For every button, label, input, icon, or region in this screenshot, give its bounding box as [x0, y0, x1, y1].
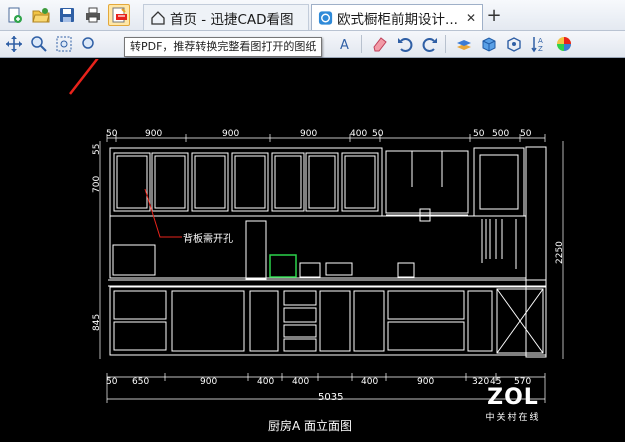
undo-icon[interactable] [394, 33, 416, 55]
countertop [108, 215, 546, 287]
tab-document-label: 欧式橱柜前期设计... [337, 11, 458, 28]
dim-label: 900 [417, 377, 434, 387]
dim-label: 400 [257, 377, 274, 387]
tab-home[interactable]: 首页 - 迅捷CAD看图 [143, 4, 309, 30]
tab-document[interactable]: 欧式橱柜前期设计... ✕ [311, 4, 483, 30]
new-file-icon[interactable] [4, 4, 26, 26]
text-tool-icon[interactable]: A [335, 33, 357, 55]
layer-icon[interactable] [453, 33, 475, 55]
eraser-icon[interactable] [369, 33, 391, 55]
close-tab-icon[interactable]: ✕ [466, 11, 476, 25]
zoom-window-icon[interactable] [53, 33, 75, 55]
dim-label: 900 [200, 377, 217, 387]
convert-pdf-tooltip: 转PDF，推荐转换完整看图打开的图纸 [124, 37, 323, 57]
drawing-note: 背板需开孔 [183, 234, 233, 245]
wall-cabinets [109, 147, 525, 217]
dim-label: 900 [300, 129, 317, 139]
convert-pdf-icon[interactable] [108, 4, 130, 26]
side-dimension-lines [99, 141, 564, 359]
redo-icon[interactable] [419, 33, 441, 55]
dim-label: 55 [92, 144, 102, 155]
dim-label: 2250 [555, 241, 565, 264]
dim-label: 50 [106, 377, 118, 387]
note-leader [144, 188, 182, 238]
cad-file-icon [318, 10, 333, 25]
measure-icon[interactable] [503, 33, 525, 55]
red-arrow-annotation [69, 59, 99, 95]
total-width-dimension: 5035 [318, 392, 344, 403]
zol-watermark: ZOL 中关村在线 [478, 386, 548, 436]
dim-label: 500 [492, 129, 509, 139]
color-wheel-icon[interactable] [553, 33, 575, 55]
watermark-subtitle: 中关村在线 [485, 413, 541, 423]
dim-label: 845 [92, 314, 102, 331]
watermark-logo: ZOL [487, 385, 539, 410]
sort-az-icon[interactable]: AZ [528, 33, 550, 55]
svg-text:Z: Z [538, 45, 543, 53]
toolbar-separator [361, 35, 362, 53]
open-folder-icon[interactable] [30, 4, 52, 26]
green-appliance [269, 254, 297, 278]
dim-label: 900 [222, 129, 239, 139]
base-cabinets [109, 286, 547, 356]
tab-home-label: 首页 - 迅捷CAD看图 [170, 11, 294, 28]
save-icon[interactable] [56, 4, 78, 26]
dim-label: 50 [106, 129, 118, 139]
new-tab-button[interactable]: + [485, 5, 503, 27]
title-toolbar: 首页 - 迅捷CAD看图 欧式橱柜前期设计... ✕ + [0, 0, 625, 31]
dim-label: 50 [520, 129, 532, 139]
range-hood [385, 150, 469, 222]
svg-text:A: A [340, 38, 349, 53]
dim-label: 50 [372, 129, 384, 139]
drawing-title: 厨房A 面立面图 [268, 419, 353, 433]
dim-label: 400 [292, 377, 309, 387]
pan-icon[interactable] [3, 33, 25, 55]
print-icon[interactable] [82, 4, 104, 26]
dim-label: 650 [132, 377, 149, 387]
toolbar-separator [445, 35, 446, 53]
dim-label: 900 [145, 129, 162, 139]
dim-label: 700 [92, 176, 102, 193]
bottom-dimension-labels: 50 650 900 400 400 400 900 320 45 570 [106, 377, 531, 387]
svg-text:A: A [538, 37, 543, 45]
zoom-extents-icon[interactable] [78, 33, 100, 55]
dim-label: 400 [361, 377, 378, 387]
dim-label: 50 [473, 129, 485, 139]
dim-label: 400 [350, 129, 367, 139]
zoom-realtime-icon[interactable] [28, 33, 50, 55]
home-icon [151, 10, 165, 25]
top-dimension-labels: 50 900 900 900 400 50 50 500 50 [106, 129, 532, 139]
3d-box-icon[interactable] [478, 33, 500, 55]
